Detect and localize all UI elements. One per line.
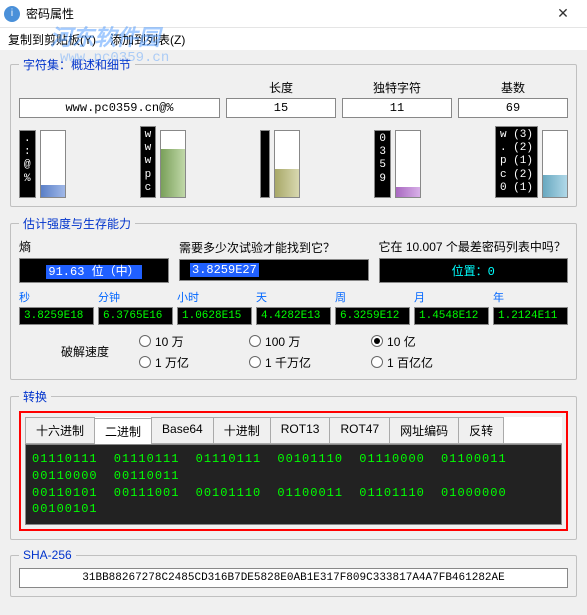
charset-legend: 字符集：概述和细节: [19, 56, 135, 73]
sha-legend: SHA-256: [19, 548, 76, 562]
base-value: 69: [458, 98, 568, 118]
bar-1: [160, 130, 186, 198]
bar-3: [395, 130, 421, 198]
bar-2: [274, 130, 300, 198]
app-icon: i: [4, 6, 20, 22]
trials-value: 3.8259E27: [179, 259, 369, 281]
entropy-value: 91.63 位（中）: [19, 258, 169, 283]
time-unit-2: 小时: [177, 289, 252, 305]
tab-ROT47[interactable]: ROT47: [329, 417, 390, 443]
strength-legend: 估计强度与生存能力: [19, 215, 135, 232]
binary-output: 01110111 01110111 01110111 00101110 0111…: [25, 444, 562, 525]
tab-ROT13[interactable]: ROT13: [270, 417, 331, 443]
char-column-3: 0 3 5 9: [374, 130, 391, 198]
char-column-4: w (3) . (2) p (1) c (2) 0 (1): [495, 126, 538, 198]
time-val-1: 6.3765E16: [98, 307, 173, 325]
speed-label: 破解速度: [19, 343, 109, 360]
speed-radio[interactable]: 10 万: [139, 333, 189, 350]
base-label: 基数: [458, 79, 568, 96]
time-unit-4: 周: [335, 289, 410, 305]
close-icon[interactable]: ✕: [543, 5, 583, 22]
speed-radio[interactable]: 10 亿: [371, 333, 433, 350]
time-unit-0: 秒: [19, 289, 94, 305]
tab-网址编码[interactable]: 网址编码: [389, 417, 459, 443]
highlight-box: 十六进制二进制Base64十进制ROT13ROT47网址编码反转 0111011…: [19, 411, 568, 531]
speed-radio[interactable]: 1 千万亿: [249, 354, 311, 371]
tab-十进制[interactable]: 十进制: [213, 417, 271, 443]
time-val-3: 4.4282E13: [256, 307, 331, 325]
trials-question: 需要多少次试验才能找到它？: [179, 239, 369, 256]
bar-4: [542, 130, 568, 198]
speed-radio[interactable]: 1 万亿: [139, 354, 189, 371]
time-unit-6: 年: [493, 289, 568, 305]
char-column-0: . : @ %: [19, 130, 36, 198]
time-val-2: 1.0628E15: [177, 307, 252, 325]
time-val-5: 1.4548E12: [414, 307, 489, 325]
convert-legend: 转换: [19, 388, 51, 405]
window-title: 密码属性: [26, 5, 543, 22]
time-unit-3: 天: [256, 289, 331, 305]
tab-反转[interactable]: 反转: [458, 417, 504, 443]
length-value: 15: [226, 98, 336, 118]
bar-0: [40, 130, 66, 198]
time-unit-1: 分钟: [98, 289, 173, 305]
char-column-1: w w w p c: [140, 126, 157, 198]
char-column-2: [260, 130, 270, 198]
length-label: 长度: [226, 79, 336, 96]
password-display: www.pc0359.cn@%: [19, 98, 220, 118]
tab-二进制[interactable]: 二进制: [94, 418, 152, 444]
time-unit-5: 月: [414, 289, 489, 305]
tab-Base64[interactable]: Base64: [151, 417, 214, 443]
blacklist-question: 它在 10.007 个最差密码列表中吗？: [379, 238, 569, 255]
time-val-6: 1.2124E11: [493, 307, 568, 325]
menu-copy[interactable]: 复制到剪贴板(Y): [8, 31, 96, 48]
unique-value: 11: [342, 98, 452, 118]
unique-label: 独特字符: [342, 79, 452, 96]
menu-add[interactable]: 添加到列表(Z): [110, 31, 185, 48]
entropy-label: 熵: [19, 238, 169, 255]
time-val-0: 3.8259E18: [19, 307, 94, 325]
time-val-4: 6.3259E12: [335, 307, 410, 325]
speed-radio[interactable]: 100 万: [249, 333, 311, 350]
speed-radio[interactable]: 1 百亿亿: [371, 354, 433, 371]
blacklist-value: 位置：0: [379, 258, 569, 283]
sha-hash: 31BB88267278C2485CD316B7DE5828E0AB1E317F…: [19, 568, 568, 588]
tab-十六进制[interactable]: 十六进制: [25, 417, 95, 443]
